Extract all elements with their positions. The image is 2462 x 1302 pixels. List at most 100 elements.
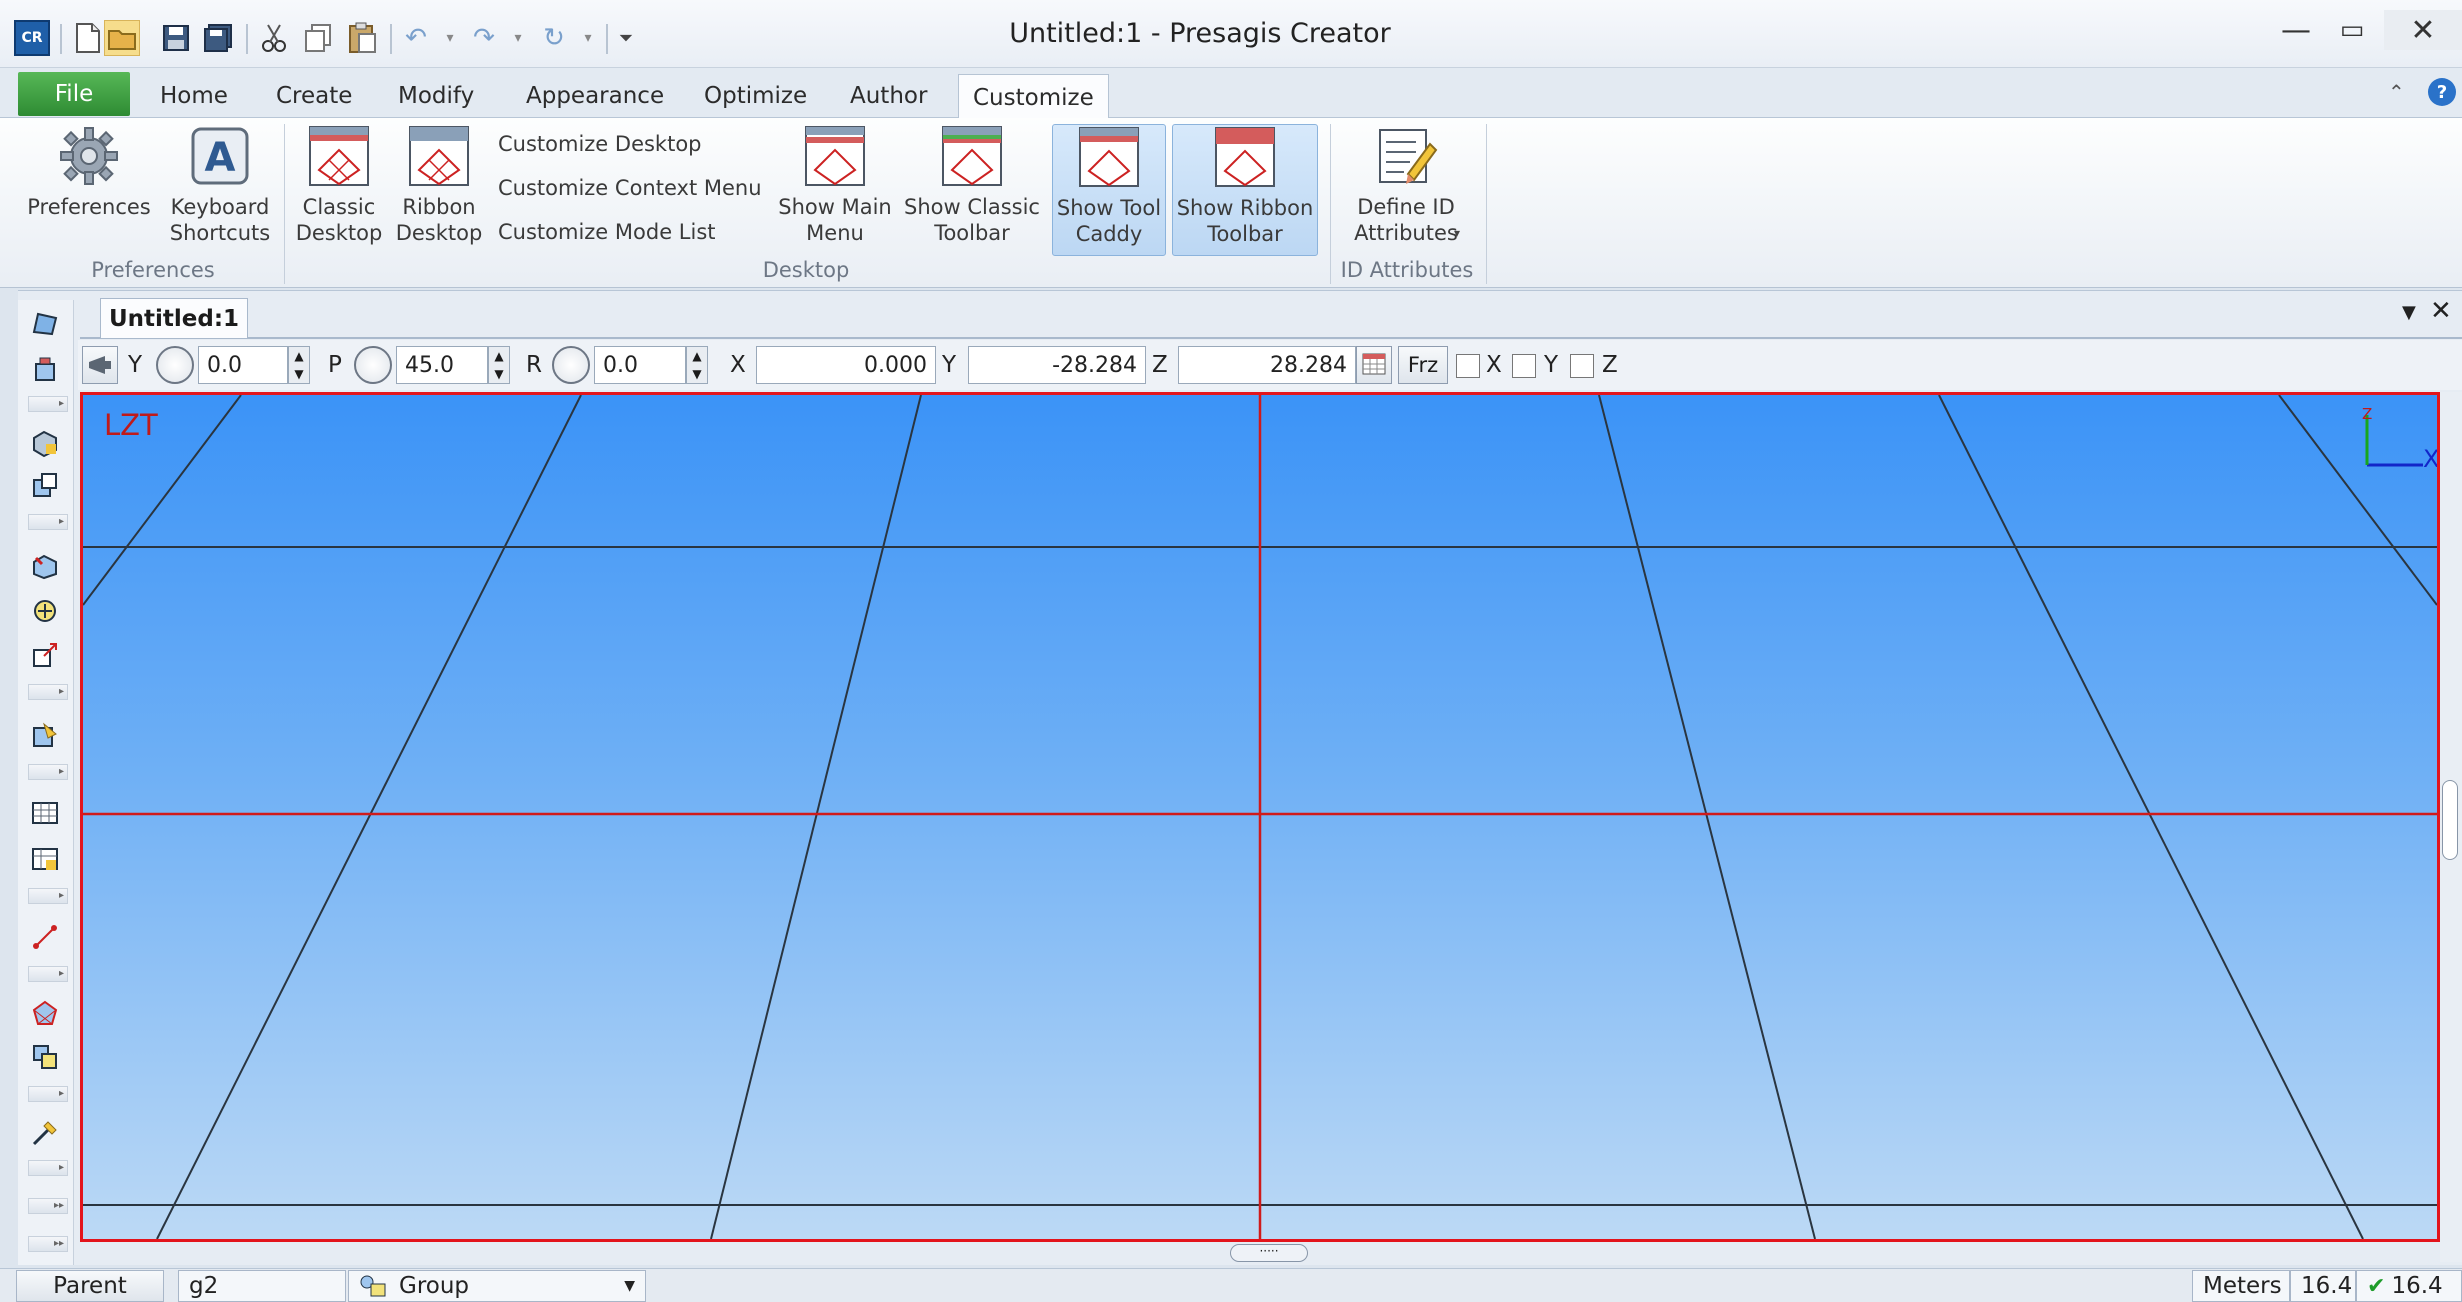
viewport-horizontal-scroll-handle[interactable]: ·····	[1230, 1244, 1308, 1262]
y-position-label: Y	[942, 352, 957, 378]
extrude-tool-icon[interactable]	[26, 424, 64, 462]
select-tool-icon[interactable]	[26, 304, 64, 342]
tool-group-expander[interactable]: ▸	[28, 888, 68, 904]
ribbon-desktop-button[interactable]: Ribbon Desktop	[392, 124, 486, 246]
x-position-input[interactable]	[756, 346, 936, 384]
pitch-dial-icon[interactable]	[354, 346, 392, 384]
mesh-tool-icon[interactable]	[26, 994, 64, 1032]
modify-geometry-icon[interactable]	[26, 546, 64, 584]
repeat-icon[interactable]: ↻	[536, 20, 572, 56]
tool-group-expander[interactable]: ▸	[28, 1160, 68, 1176]
magic-wand-icon[interactable]	[26, 1114, 64, 1152]
show-tool-caddy-toggle[interactable]: Show Tool Caddy	[1052, 124, 1166, 256]
help-icon[interactable]: ?	[2428, 78, 2456, 106]
attribute-panel-icon[interactable]	[26, 840, 64, 878]
maximize-icon[interactable]: ▭	[2322, 10, 2382, 50]
duplicate-tool-icon[interactable]	[26, 466, 64, 504]
tool-group-expander[interactable]: ▸	[28, 764, 68, 780]
pitch-spinner[interactable]: ▲ ▼	[488, 346, 510, 384]
open-folder-icon[interactable]	[104, 20, 140, 56]
show-classic-toolbar-button[interactable]: Show Classic Toolbar	[902, 124, 1042, 246]
toolbar-scroll-right-icon[interactable]: ▸▸	[28, 1198, 68, 1214]
close-window-icon[interactable]: ✕	[2384, 10, 2462, 50]
pitch-input[interactable]	[396, 346, 488, 384]
lock-x-checkbox[interactable]	[1456, 354, 1480, 378]
y-position-input[interactable]	[968, 346, 1146, 384]
axis-x-label: X	[2423, 445, 2437, 473]
camera-icon[interactable]	[82, 346, 118, 384]
ribbon-desktop-label: Ribbon Desktop	[395, 195, 483, 245]
parent-button[interactable]: Parent	[16, 1270, 164, 1302]
z-position-label: Z	[1152, 352, 1168, 378]
lock-y-checkbox[interactable]	[1512, 354, 1536, 378]
document-tabs-dropdown-icon[interactable]: ▼	[2402, 302, 2416, 323]
tab-optimize[interactable]: Optimize	[690, 74, 821, 118]
document-tab[interactable]: Untitled:1	[100, 298, 248, 338]
create-primitive-icon[interactable]	[26, 350, 64, 388]
tool-group-expander[interactable]: ▸	[28, 1086, 68, 1102]
roll-spinner[interactable]: ▲ ▼	[686, 346, 708, 384]
rotate-tool-icon[interactable]	[26, 592, 64, 630]
customize-desktop-link[interactable]: Customize Desktop	[498, 132, 702, 156]
show-ribbon-toolbar-toggle[interactable]: Show Ribbon Toolbar	[1172, 124, 1318, 256]
viewport-vertical-scrollbar[interactable]	[2440, 392, 2462, 1262]
toolbar-scroll-right-icon[interactable]: ▸▸	[28, 1236, 68, 1252]
tab-modify[interactable]: Modify	[384, 74, 488, 118]
classic-desktop-button[interactable]: Classic Desktop	[290, 124, 388, 246]
undo-dropdown-icon[interactable]: ▾	[432, 20, 468, 56]
z-position-input[interactable]	[1178, 346, 1356, 384]
tool-group-expander[interactable]: ▸	[28, 966, 68, 982]
copy-icon[interactable]	[300, 20, 336, 56]
yaw-spinner[interactable]: ▲ ▼	[288, 346, 310, 384]
freeze-button[interactable]: Frz	[1398, 346, 1448, 384]
roll-dial-icon[interactable]	[552, 346, 590, 384]
node-type-dropdown[interactable]: Group ▼	[348, 1270, 646, 1302]
3d-viewport[interactable]: X Z	[80, 392, 2440, 1242]
file-tab[interactable]: File	[18, 72, 130, 116]
define-id-attributes-button[interactable]: Define ID Attributes ▾	[1338, 124, 1474, 246]
undo-icon[interactable]: ↶	[398, 20, 434, 56]
gear-icon	[57, 124, 121, 188]
minimize-icon[interactable]: —	[2266, 10, 2326, 50]
save-all-icon[interactable]	[200, 20, 236, 56]
texture-tool-icon[interactable]	[26, 716, 64, 754]
lock-y-label: Y	[1544, 352, 1559, 378]
scroll-handle[interactable]	[2442, 780, 2458, 860]
node-type-value: Group	[399, 1273, 470, 1299]
coordinate-grid-icon[interactable]	[1356, 346, 1392, 384]
app-icon[interactable]: CR	[14, 20, 50, 56]
keyboard-shortcuts-button[interactable]: A Keyboard Shortcuts	[160, 124, 280, 246]
preferences-button[interactable]: Preferences	[26, 124, 152, 220]
snap-size-field[interactable]: ✔ 16.4	[2356, 1270, 2462, 1302]
new-file-icon[interactable]	[70, 20, 106, 56]
tool-group-expander[interactable]: ▸	[28, 684, 68, 700]
tool-group-expander[interactable]: ▸	[28, 514, 68, 530]
tab-customize[interactable]: Customize	[958, 74, 1109, 120]
tab-create[interactable]: Create	[262, 74, 366, 118]
define-id-attributes-label: Define ID Attributes	[1354, 195, 1458, 245]
paste-icon[interactable]	[344, 20, 380, 56]
save-icon[interactable]	[158, 20, 194, 56]
tab-home[interactable]: Home	[146, 74, 242, 118]
tab-appearance[interactable]: Appearance	[512, 74, 678, 118]
redo-icon[interactable]: ↷	[466, 20, 502, 56]
customize-quick-access-icon[interactable]: ⏷	[608, 20, 644, 56]
close-document-icon[interactable]: ✕	[2430, 296, 2452, 326]
group-objects-icon[interactable]	[26, 1038, 64, 1076]
customize-context-menu-link[interactable]: Customize Context Menu	[498, 176, 762, 200]
show-main-menu-button[interactable]: Show Main Menu	[772, 124, 898, 246]
grid-panel-icon[interactable]	[26, 794, 64, 832]
yaw-dial-icon[interactable]	[156, 346, 194, 384]
line-tool-icon[interactable]	[26, 918, 64, 956]
yaw-input[interactable]	[198, 346, 288, 384]
tab-author[interactable]: Author	[836, 74, 941, 118]
lock-z-checkbox[interactable]	[1570, 354, 1594, 378]
scale-tool-icon[interactable]	[26, 636, 64, 674]
repeat-dropdown-icon[interactable]: ▾	[570, 20, 606, 56]
tool-group-expander[interactable]: ▸	[28, 396, 68, 412]
roll-input[interactable]	[594, 346, 686, 384]
customize-mode-list-link[interactable]: Customize Mode List	[498, 220, 716, 244]
redo-dropdown-icon[interactable]: ▾	[500, 20, 536, 56]
cut-icon[interactable]	[256, 20, 292, 56]
collapse-ribbon-icon[interactable]: ⌃	[2388, 80, 2405, 104]
